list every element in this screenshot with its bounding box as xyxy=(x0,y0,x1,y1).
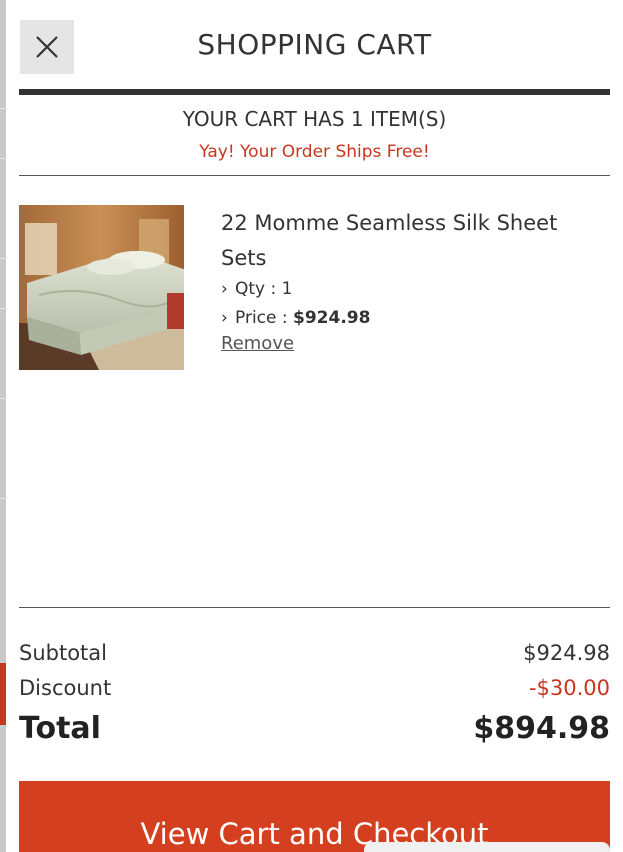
product-quantity: › Qty : 1 xyxy=(221,279,292,299)
total-label: Total xyxy=(19,711,101,746)
remove-item-link[interactable]: Remove xyxy=(221,333,294,354)
chevron-right-icon: › xyxy=(221,279,228,299)
quantity-label: Qty : 1 xyxy=(235,279,293,299)
free-shipping-message: Yay! Your Order Ships Free! xyxy=(199,142,430,162)
drawer-title: SHOPPING CART xyxy=(197,28,432,61)
price-value: $924.98 xyxy=(293,308,371,328)
items-divider-top xyxy=(19,175,610,176)
cart-item-count: YOUR CART HAS 1 ITEM(S) xyxy=(182,107,447,131)
total-value: $894.98 xyxy=(473,711,610,746)
discount-label: Discount xyxy=(19,676,112,700)
items-divider-bottom xyxy=(19,607,610,608)
chevron-right-icon: › xyxy=(221,308,228,328)
price-label: Price : xyxy=(235,308,294,328)
cart-drawer: SHOPPING CART YOUR CART HAS 1 ITEM(S) Ya… xyxy=(6,0,623,852)
discount-value: -$30.00 xyxy=(528,676,610,700)
product-name[interactable]: 22 Momme Seamless Silk Sheet Sets xyxy=(221,206,601,276)
page: SHOPPING CART YOUR CART HAS 1 ITEM(S) Ya… xyxy=(0,0,623,852)
header-divider xyxy=(19,89,610,95)
scroll-indicator xyxy=(364,842,610,852)
product-price: › Price : $924.98 xyxy=(221,308,370,328)
subtotal-value: $924.98 xyxy=(523,641,610,665)
subtotal-label: Subtotal xyxy=(19,641,107,665)
product-image[interactable] xyxy=(19,205,184,370)
